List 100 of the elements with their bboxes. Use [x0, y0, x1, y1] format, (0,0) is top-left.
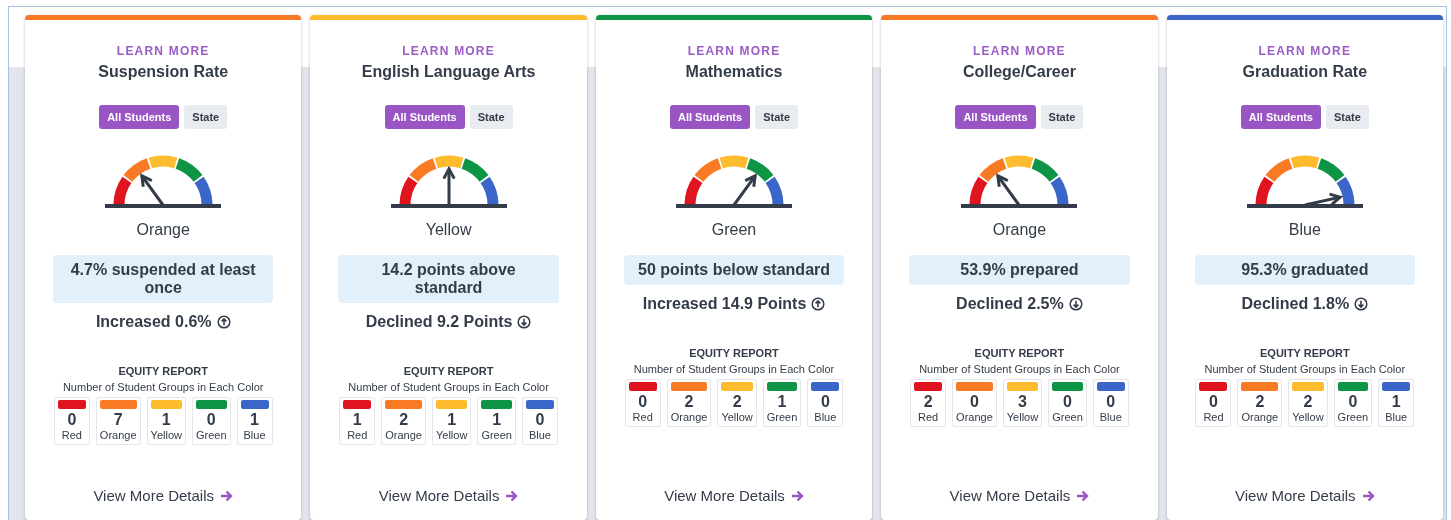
color-label: Blue	[814, 411, 837, 423]
learn-more-link[interactable]: LEARN MORE	[973, 44, 1066, 58]
filter-tab[interactable]: All Students	[99, 105, 180, 129]
learn-more-link[interactable]: LEARN MORE	[1258, 44, 1352, 58]
change-text: Increased 0.6%	[95, 313, 212, 331]
color-label: Blue	[1385, 411, 1408, 423]
group-count: 1	[777, 393, 787, 411]
result-statement: 53.9% prepared	[909, 255, 1130, 285]
group-count: 0	[1106, 393, 1116, 411]
group-count: 0	[1209, 393, 1218, 411]
arrow-right-icon	[1076, 489, 1090, 502]
color-label: Yellow	[150, 429, 182, 441]
card-title: College/Career	[962, 63, 1076, 81]
learn-more-link[interactable]: LEARN MORE	[402, 44, 495, 58]
status-label: Orange	[992, 221, 1047, 239]
learn-more-link[interactable]: LEARN MORE	[687, 44, 781, 58]
equity-report-heading: EQUITY REPORT	[689, 347, 779, 359]
result-statement: 14.2 points above standard	[338, 255, 559, 303]
status-label: Blue	[1288, 221, 1321, 239]
filter-tab[interactable]: State	[184, 105, 228, 129]
gauge-needle	[732, 173, 757, 206]
filter-tab[interactable]: All Students	[1240, 105, 1321, 129]
result-statement: 95.3% graduated	[1194, 255, 1416, 285]
group-count: 0	[67, 411, 77, 429]
group-count: 1	[250, 411, 259, 429]
arrow-down-circle-icon	[1354, 297, 1369, 311]
equity-report-subtitle: Number of Student Groups in Each Color	[62, 381, 264, 393]
color-label: Yellow	[435, 429, 468, 441]
group-count: 1	[1391, 393, 1401, 411]
group-count: 0	[1348, 393, 1358, 411]
equity-report-subtitle: Number of Student Groups in Each Color	[919, 363, 1120, 375]
view-details-link[interactable]: View More Details	[949, 487, 1090, 504]
group-count: 2	[1303, 393, 1313, 411]
filter-tab[interactable]: All Students	[955, 105, 1036, 129]
view-details-link[interactable]: View More Details	[1235, 487, 1375, 504]
card-title: Graduation Rate	[1242, 63, 1368, 81]
color-label: Orange	[385, 429, 422, 441]
color-label: Green	[1052, 411, 1083, 423]
color-label: Orange	[1241, 411, 1279, 423]
group-count: 2	[399, 411, 409, 429]
group-count: 2	[1255, 393, 1265, 411]
result-statement: 50 points below standard	[623, 255, 845, 285]
color-label: Blue	[1099, 411, 1122, 423]
arrow-down-circle-icon	[517, 315, 532, 329]
group-count: 2	[732, 393, 742, 411]
color-label: Red	[61, 429, 82, 441]
gauge-needle	[442, 165, 456, 205]
status-label: Orange	[136, 221, 190, 239]
equity-report-subtitle: Number of Student Groups in Each Color	[1204, 363, 1406, 375]
arrow-right-icon	[220, 489, 233, 502]
arrow-right-icon	[1361, 489, 1375, 502]
status-label: Yellow	[425, 221, 472, 239]
color-label: Yellow	[1292, 411, 1324, 423]
filter-tab[interactable]: State	[755, 105, 799, 129]
group-count: 0	[535, 411, 545, 429]
equity-report-subtitle: Number of Student Groups in Each Color	[633, 363, 835, 375]
equity-report-heading: EQUITY REPORT	[118, 365, 209, 377]
color-label: Green	[195, 429, 227, 441]
card-title: Suspension Rate	[98, 63, 229, 81]
color-label: Orange	[99, 429, 137, 441]
filter-tab[interactable]: All Students	[384, 105, 465, 129]
view-details-link[interactable]: View More Details	[93, 487, 233, 504]
gauge-needle	[140, 173, 165, 206]
view-details-link[interactable]: View More Details	[664, 487, 804, 504]
group-count: 0	[969, 393, 979, 411]
color-label: Red	[347, 429, 368, 441]
color-label: Blue	[243, 429, 266, 441]
filter-tab[interactable]: State	[469, 105, 513, 129]
color-label: Orange	[670, 411, 708, 423]
group-count: 7	[113, 411, 123, 429]
arrow-up-circle-icon	[811, 297, 826, 311]
color-label: Yellow	[721, 411, 753, 423]
color-label: Green	[481, 429, 512, 441]
group-count: 0	[820, 393, 830, 411]
card-title: Mathematics	[685, 63, 783, 81]
group-count: 1	[447, 411, 457, 429]
group-count: 0	[206, 411, 216, 429]
color-label: Red	[918, 411, 939, 423]
group-count: 0	[1063, 393, 1072, 411]
filter-tab[interactable]: State	[1325, 105, 1369, 129]
color-label: Red	[632, 411, 653, 423]
card-title: English Language Arts	[361, 63, 536, 81]
arrow-right-icon	[505, 489, 519, 502]
learn-more-link[interactable]: LEARN MORE	[116, 44, 210, 58]
change-text: Declined 2.5%	[956, 295, 1064, 313]
filter-tab[interactable]: All Students	[669, 105, 751, 129]
group-count: 3	[1018, 393, 1027, 411]
equity-report-heading: EQUITY REPORT	[403, 365, 494, 377]
color-label: Green	[766, 411, 798, 423]
filter-tab[interactable]: State	[1040, 105, 1084, 129]
status-label: Green	[711, 221, 757, 239]
gauge-needle	[1304, 192, 1343, 207]
color-label: Blue	[528, 429, 551, 441]
change-text: Declined 1.8%	[1241, 295, 1350, 313]
color-label: Green	[1337, 411, 1369, 423]
color-label: Yellow	[1006, 411, 1039, 423]
view-details-link[interactable]: View More Details	[378, 487, 519, 504]
group-count: 2	[684, 393, 694, 411]
color-label: Red	[1203, 411, 1224, 423]
arrow-right-icon	[790, 489, 804, 502]
